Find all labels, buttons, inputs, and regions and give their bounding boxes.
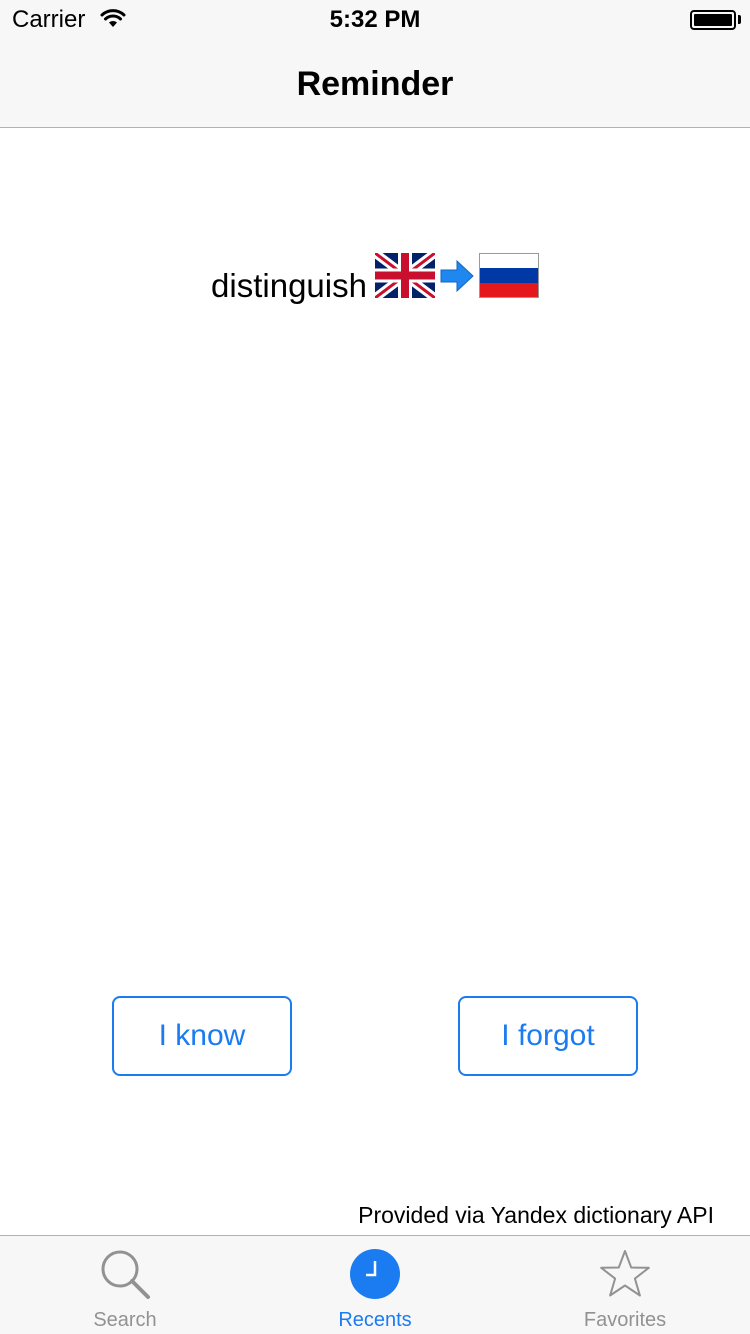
tab-recents-label: Recents	[338, 1309, 412, 1331]
api-credit: Provided via Yandex dictionary API	[358, 1202, 714, 1228]
page-title: Reminder	[296, 65, 454, 103]
tab-search-label: Search	[93, 1309, 157, 1331]
tab-search[interactable]: Search	[0, 1236, 250, 1334]
russia-flag-icon	[478, 253, 539, 298]
search-icon	[101, 1250, 150, 1299]
uk-flag-icon	[374, 253, 435, 298]
star-icon	[600, 1250, 650, 1297]
word-card: distinguish	[0, 250, 750, 306]
tab-recents[interactable]: Recents	[250, 1236, 500, 1334]
battery-icon	[690, 10, 736, 30]
battery-tip	[738, 15, 741, 24]
i-know-button[interactable]: I know	[112, 996, 292, 1076]
tab-favorites[interactable]: Favorites	[500, 1236, 750, 1334]
clock-icon	[350, 1249, 400, 1299]
status-bar: Carrier 5:32 PM	[0, 0, 750, 40]
navigation-bar: Reminder	[0, 40, 750, 128]
tab-favorites-label: Favorites	[583, 1309, 667, 1331]
status-time: 5:32 PM	[329, 6, 421, 33]
i-forgot-button[interactable]: I forgot	[458, 996, 638, 1076]
reminder-word: distinguish	[211, 267, 367, 304]
tab-bar: Search Recents Favorites	[0, 1235, 750, 1334]
arrow-right-icon	[436, 256, 477, 296]
